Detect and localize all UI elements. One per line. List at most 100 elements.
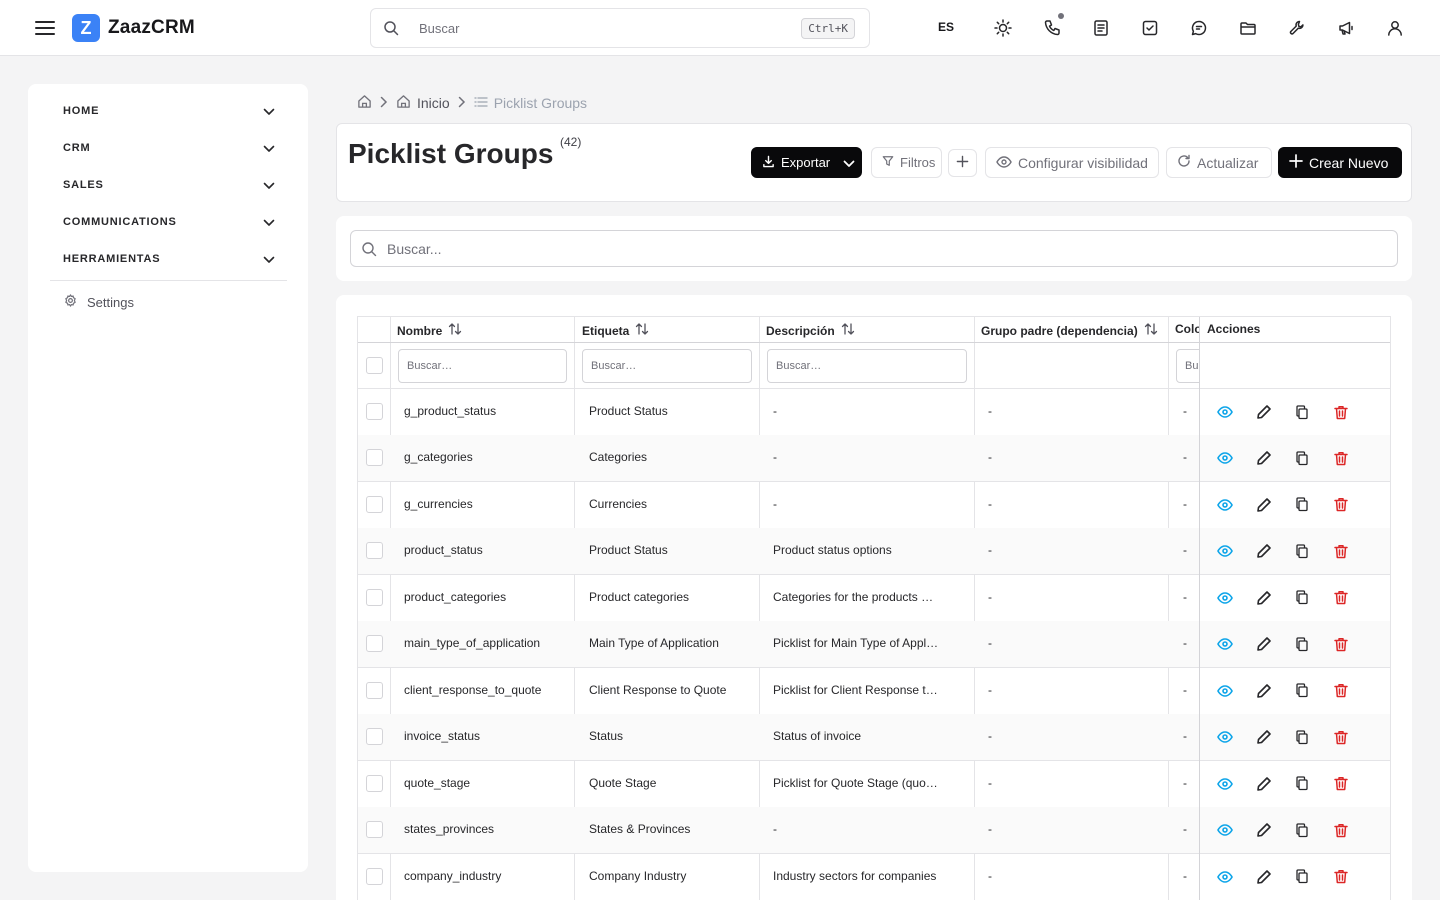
- export-button[interactable]: Exportar: [751, 147, 836, 178]
- view-icon[interactable]: [1216, 728, 1234, 746]
- column-header-parent[interactable]: Grupo padre (dependencia): [981, 322, 1158, 339]
- row-checkbox[interactable]: [366, 635, 383, 653]
- tasks-icon[interactable]: [1138, 16, 1162, 40]
- edit-icon[interactable]: [1255, 868, 1273, 886]
- trash-icon[interactable]: [1332, 403, 1350, 421]
- edit-icon[interactable]: [1255, 449, 1273, 467]
- row-checkbox[interactable]: [366, 495, 383, 513]
- trash-icon[interactable]: [1332, 542, 1350, 560]
- view-icon[interactable]: [1216, 542, 1234, 560]
- cell-parent: -: [988, 729, 992, 744]
- tools-icon[interactable]: [1285, 16, 1309, 40]
- view-icon[interactable]: [1216, 449, 1234, 467]
- export-options-button[interactable]: [836, 147, 862, 178]
- table-search-input[interactable]: Buscar...: [350, 230, 1398, 267]
- sidebar-item-herramientas[interactable]: HERRAMIENTAS: [63, 249, 275, 269]
- trash-icon[interactable]: [1332, 589, 1350, 607]
- name-filter-input[interactable]: Buscar…: [398, 349, 567, 383]
- sun-icon[interactable]: [991, 16, 1015, 40]
- row-checkbox[interactable]: [366, 681, 383, 699]
- view-icon[interactable]: [1216, 496, 1234, 514]
- column-header-label-col[interactable]: Etiqueta: [582, 322, 649, 339]
- edit-icon[interactable]: [1255, 728, 1273, 746]
- trash-icon[interactable]: [1332, 449, 1350, 467]
- edit-icon[interactable]: [1255, 775, 1273, 793]
- row-checkbox[interactable]: [366, 867, 383, 885]
- copy-icon[interactable]: [1293, 542, 1311, 560]
- user-icon[interactable]: [1383, 16, 1407, 40]
- sidebar-item-crm[interactable]: CRM: [63, 138, 275, 158]
- column-header-name[interactable]: Nombre: [397, 322, 462, 339]
- trash-icon[interactable]: [1332, 821, 1350, 839]
- row-checkbox[interactable]: [366, 403, 383, 420]
- view-icon[interactable]: [1216, 821, 1234, 839]
- copy-icon[interactable]: [1293, 868, 1311, 886]
- edit-icon[interactable]: [1255, 542, 1273, 560]
- row-checkbox[interactable]: [366, 774, 383, 792]
- trash-icon[interactable]: [1332, 728, 1350, 746]
- copy-icon[interactable]: [1293, 682, 1311, 700]
- copy-icon[interactable]: [1293, 728, 1311, 746]
- sidebar-item-settings[interactable]: Settings: [64, 294, 134, 310]
- sort-icon[interactable]: [635, 322, 649, 339]
- phone-icon[interactable]: [1040, 13, 1064, 40]
- edit-icon[interactable]: [1255, 821, 1273, 839]
- language-selector[interactable]: ES: [938, 20, 954, 34]
- view-icon[interactable]: [1216, 775, 1234, 793]
- trash-icon[interactable]: [1332, 635, 1350, 653]
- view-icon[interactable]: [1216, 868, 1234, 886]
- sort-icon[interactable]: [448, 322, 462, 339]
- view-icon[interactable]: [1216, 682, 1234, 700]
- copy-icon[interactable]: [1293, 403, 1311, 421]
- megaphone-icon[interactable]: [1334, 16, 1358, 40]
- breadcrumb-home[interactable]: Inicio: [396, 94, 450, 112]
- view-icon[interactable]: [1216, 589, 1234, 607]
- row-checkbox[interactable]: [366, 449, 383, 467]
- row-checkbox[interactable]: [366, 728, 383, 746]
- column-header-color[interactable]: Colo: [1175, 322, 1202, 336]
- description-filter-input[interactable]: Buscar…: [767, 349, 967, 383]
- search-card: Buscar...: [336, 216, 1412, 281]
- label-filter-input[interactable]: Buscar…: [582, 349, 752, 383]
- sidebar-item-sales[interactable]: SALES: [63, 175, 275, 195]
- row-checkbox[interactable]: [366, 542, 383, 560]
- sort-icon[interactable]: [841, 322, 855, 339]
- configure-visibility-button[interactable]: Configurar visibilidad: [985, 147, 1159, 178]
- row-checkbox[interactable]: [366, 588, 383, 606]
- select-all-checkbox[interactable]: [366, 357, 383, 374]
- actions-filter-spacer: [1200, 343, 1390, 389]
- view-icon[interactable]: [1216, 403, 1234, 421]
- sidebar-item-communications[interactable]: COMMUNICATIONS: [63, 212, 275, 232]
- copy-icon[interactable]: [1293, 775, 1311, 793]
- home-icon[interactable]: [357, 94, 372, 112]
- trash-icon[interactable]: [1332, 868, 1350, 886]
- menu-icon[interactable]: [34, 17, 56, 39]
- chat-icon[interactable]: [1187, 16, 1211, 40]
- create-new-button[interactable]: Crear Nuevo: [1278, 147, 1402, 178]
- notes-icon[interactable]: [1089, 16, 1113, 40]
- edit-icon[interactable]: [1255, 589, 1273, 607]
- edit-icon[interactable]: [1255, 682, 1273, 700]
- trash-icon[interactable]: [1332, 775, 1350, 793]
- copy-icon[interactable]: [1293, 821, 1311, 839]
- global-search-input[interactable]: Buscar Ctrl+K: [370, 8, 870, 48]
- trash-icon[interactable]: [1332, 496, 1350, 514]
- edit-icon[interactable]: [1255, 403, 1273, 421]
- add-filter-button[interactable]: [948, 149, 977, 177]
- column-header-description[interactable]: Descripción: [766, 322, 855, 339]
- sidebar-item-home[interactable]: HOME: [63, 101, 275, 121]
- sort-icon[interactable]: [1144, 322, 1158, 339]
- trash-icon[interactable]: [1332, 682, 1350, 700]
- copy-icon[interactable]: [1293, 496, 1311, 514]
- filters-button[interactable]: Filtros: [871, 147, 942, 178]
- refresh-button[interactable]: Actualizar: [1166, 147, 1272, 178]
- edit-icon[interactable]: [1255, 496, 1273, 514]
- copy-icon[interactable]: [1293, 589, 1311, 607]
- copy-icon[interactable]: [1293, 635, 1311, 653]
- row-checkbox[interactable]: [366, 821, 383, 839]
- folder-icon[interactable]: [1236, 16, 1260, 40]
- view-icon[interactable]: [1216, 635, 1234, 653]
- copy-icon[interactable]: [1293, 449, 1311, 467]
- app-logo[interactable]: Z ZaazCRM: [72, 14, 195, 42]
- edit-icon[interactable]: [1255, 635, 1273, 653]
